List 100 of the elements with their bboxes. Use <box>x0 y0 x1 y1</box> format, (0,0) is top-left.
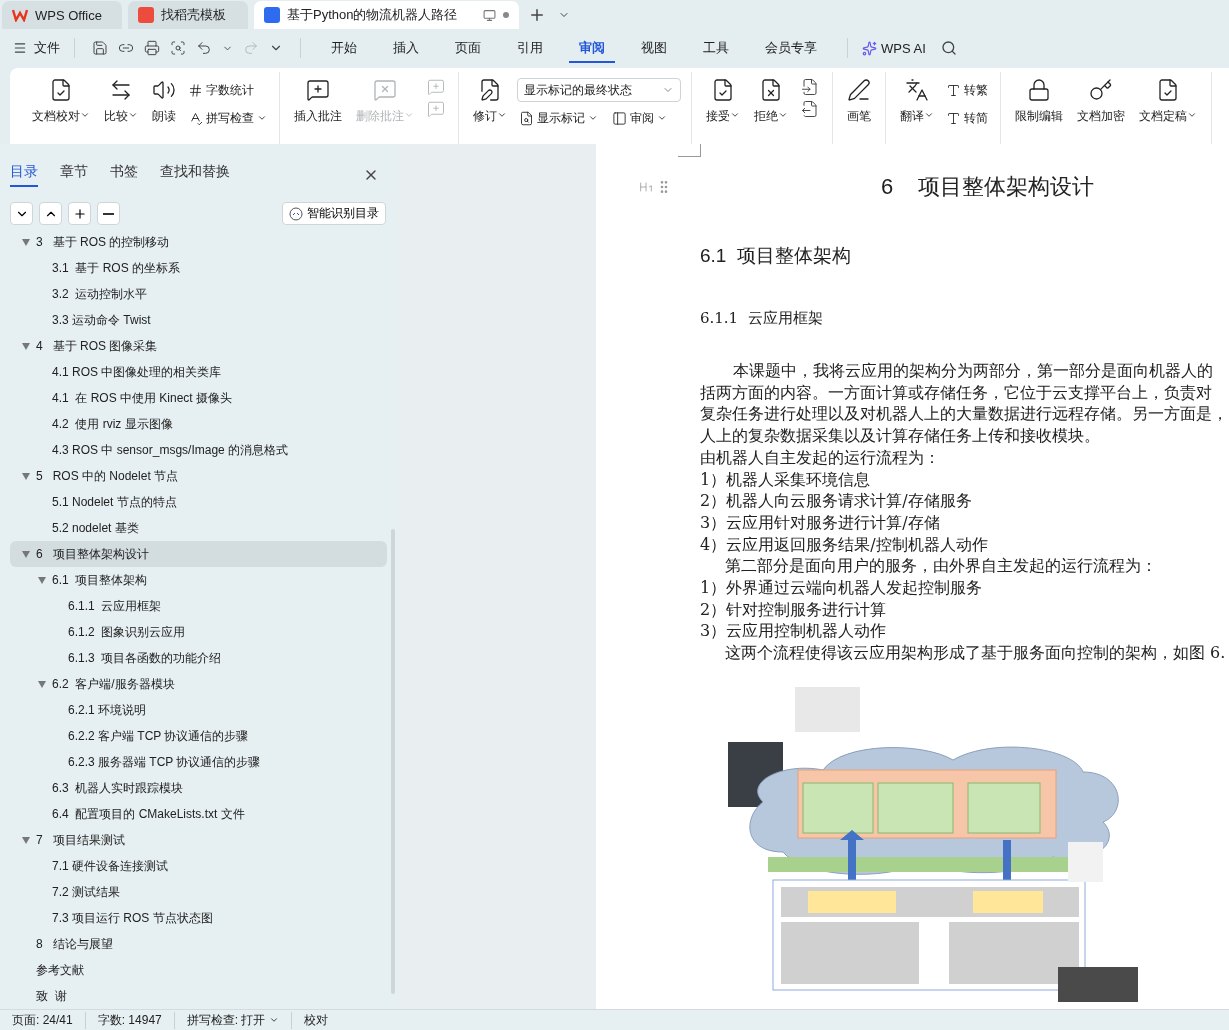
menu-tab[interactable]: 插入 <box>383 33 429 63</box>
ribbon-icon <box>847 78 871 102</box>
document-logo-icon <box>264 7 280 23</box>
menu-tab[interactable]: 视图 <box>631 33 677 63</box>
template-logo-icon <box>138 7 154 23</box>
expand-triangle-icon[interactable] <box>22 342 30 350</box>
ribbon-button[interactable]: 拼写检查 <box>186 106 269 130</box>
word-count[interactable]: 字数: 14947 <box>85 1011 175 1029</box>
ribbon-button[interactable]: 拒绝 <box>750 72 792 125</box>
outline-item[interactable]: 6.4 配置项目的 CMakeLists.txt 文件 <box>10 801 387 827</box>
outline-item[interactable]: 3.3 运动命令 Twist <box>10 307 387 333</box>
page-count[interactable]: 页面: 24/41 <box>0 1011 86 1029</box>
expand-triangle-icon[interactable] <box>22 550 30 558</box>
outline-item[interactable]: 7.3 项目运行 ROS 节点状态图 <box>10 905 387 931</box>
outline-item[interactable]: 4.2 使用 rviz 显示图像 <box>10 411 387 437</box>
menu-tab[interactable]: 开始 <box>321 33 367 63</box>
ribbon-button[interactable]: 文档加密 <box>1073 72 1129 125</box>
outline-item[interactable]: 5.1 Nodelet 节点的特点 <box>10 489 387 515</box>
outline-item[interactable]: 5.2 nodelet 基类 <box>10 515 387 541</box>
menu-tab[interactable]: 引用 <box>507 33 553 63</box>
outline-item[interactable]: 6.1.2 图象识别云应用 <box>10 619 387 645</box>
ribbon-icon <box>905 78 929 102</box>
section-title: 6.1 项目整体架构 <box>700 244 852 268</box>
caret-icon <box>404 110 414 120</box>
outline-item[interactable]: 6.2.2 客户端 TCP 协议通信的步骤 <box>10 723 387 749</box>
outline-item[interactable]: 6.1 项目整体架构 <box>10 567 387 593</box>
outline-item[interactable]: 7.1 硬件设备连接测试 <box>10 853 387 879</box>
wps-logo-icon <box>12 8 28 22</box>
caret-icon <box>497 110 507 120</box>
sidebar-tab[interactable]: 章节 <box>60 163 88 187</box>
ribbon-button[interactable]: 比较 <box>100 72 142 125</box>
body-text-line: 本课题中，我将云应用的架构分为两部分，第一部分是面向机器人的 <box>732 360 1214 382</box>
spell-check-status[interactable]: 拼写检查: 打开 <box>174 1011 293 1029</box>
outline-item[interactable]: 7.2 测试结果 <box>10 879 387 905</box>
sidebar-tab[interactable]: 查找和替换 <box>160 163 230 187</box>
ribbon-button[interactable]: 文档校对 <box>28 72 94 125</box>
ribbon-icon <box>946 110 961 126</box>
outline-item[interactable]: 致 谢 <box>10 983 387 1009</box>
smart-toc-button[interactable]: 智能识别目录 <box>282 202 386 225</box>
ribbon-button[interactable]: 修订 <box>469 72 511 125</box>
ribbon-button[interactable]: 画笔 <box>843 72 875 125</box>
caret-icon <box>730 110 740 120</box>
outline-item[interactable]: 6 项目整体架构设计 <box>10 541 387 567</box>
ribbon-icon <box>612 110 627 126</box>
outline-item[interactable]: 4.1 在 ROS 中使用 Kinect 摄像头 <box>10 385 387 411</box>
outline-item[interactable]: 4.1 ROS 中图像处理的相关类库 <box>10 359 387 385</box>
ribbon-button[interactable]: 限制编辑 <box>1011 72 1067 125</box>
sidebar-tab[interactable]: 书签 <box>110 163 138 187</box>
expand-triangle-icon[interactable] <box>22 238 30 246</box>
ribbon-icon <box>759 78 783 102</box>
sidebar-tab[interactable]: 目录 <box>10 163 38 187</box>
outline-item[interactable]: 6.1.1 云应用框架 <box>10 593 387 619</box>
body-text-line: 括两方面的内容。一方面计算或存储任务，它位于云支撑平台上，负责对 <box>700 381 1213 404</box>
ribbon-button[interactable]: 转繁 <box>944 78 990 102</box>
outline-item[interactable]: 7 项目结果测试 <box>10 827 387 853</box>
ribbon-button[interactable]: 字数统计 <box>186 78 269 102</box>
outline-item[interactable]: 4 基于 ROS 图像采集 <box>10 333 387 359</box>
expand-triangle-icon[interactable] <box>38 680 46 688</box>
outline-item[interactable]: 6.1.3 项目各函数的功能介绍 <box>10 645 387 671</box>
menu-tab[interactable]: 页面 <box>445 33 491 63</box>
window-tab[interactable]: 找稻壳模板 <box>128 1 248 29</box>
proofread-button[interactable]: 校对 <box>292 1011 341 1029</box>
ribbon-button[interactable]: 朗读 <box>148 72 180 125</box>
ribbon-button[interactable]: 接受 <box>702 72 744 125</box>
menu-tab[interactable]: 审阅 <box>569 33 615 63</box>
ribbon-button[interactable]: 显示标记 <box>517 106 600 130</box>
outline-item[interactable]: 3 基于 ROS 的控制移动 <box>10 229 387 255</box>
collapse-button[interactable] <box>39 202 62 225</box>
ribbon-button[interactable]: 审阅 <box>610 106 669 130</box>
expand-triangle-icon[interactable] <box>38 576 46 584</box>
wps-ai-button[interactable]: WPS AI <box>881 40 926 56</box>
outline-item[interactable]: 5 ROS 中的 Nodelet 节点 <box>10 463 387 489</box>
outline-item[interactable]: 6.3 机器人实时跟踪模块 <box>10 775 387 801</box>
ribbon-button[interactable]: 插入批注 <box>290 72 346 125</box>
expand-triangle-icon[interactable] <box>22 472 30 480</box>
ribbon-button[interactable]: 翻译 <box>896 72 938 125</box>
remove-level-button[interactable] <box>97 202 120 225</box>
menu-tab[interactable]: 会员专享 <box>755 33 827 63</box>
markup-select[interactable]: 显示标记的最终状态 <box>517 78 681 102</box>
add-level-button[interactable] <box>68 202 91 225</box>
ai-logo-icon <box>862 40 877 56</box>
outline-item[interactable]: 6.2.3 服务器端 TCP 协议通信的步骤 <box>10 749 387 775</box>
body-text-line: 2）针对控制服务进行计算 <box>700 598 888 621</box>
expand-button[interactable] <box>10 202 33 225</box>
ribbon-icon <box>152 78 176 102</box>
ribbon-button[interactable]: 文档定稿 <box>1135 72 1201 125</box>
file-menu[interactable]: 文件 <box>34 39 60 57</box>
window-tab[interactable]: 基于Python的物流机器人路径 <box>254 1 519 29</box>
outline-item[interactable]: 6.2 客户端/服务器模块 <box>10 671 387 697</box>
outline-item[interactable]: 6.2.1 环境说明 <box>10 697 387 723</box>
menu-tab[interactable]: 工具 <box>693 33 739 63</box>
outline-item[interactable]: 3.2 运动控制水平 <box>10 281 387 307</box>
ribbon-button[interactable]: 转简 <box>944 106 990 130</box>
expand-triangle-icon[interactable] <box>22 836 30 844</box>
window-tab[interactable]: WPS Office <box>2 1 122 29</box>
outline-item[interactable]: 参考文献 <box>10 957 387 983</box>
outline-item[interactable]: 3.1 基于 ROS 的坐标系 <box>10 255 387 281</box>
outline-item[interactable]: 4.3 ROS 中 sensor_msgs/Image 的消息格式 <box>10 437 387 463</box>
outline-item[interactable]: 8 结论与展望 <box>10 931 387 957</box>
body-text-line: 3）云应用控制机器人动作 <box>700 620 888 643</box>
